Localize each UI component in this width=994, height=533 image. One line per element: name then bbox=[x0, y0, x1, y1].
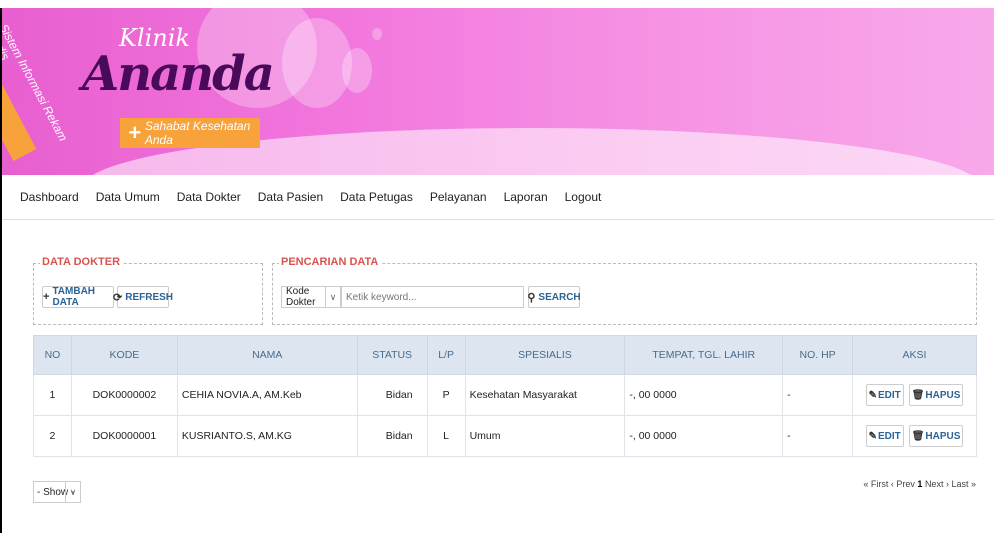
tambah-data-button[interactable]: + TAMBAH DATA bbox=[42, 286, 114, 308]
pager-first[interactable]: « First bbox=[863, 479, 888, 489]
search-field-select[interactable]: Kode Dokter ∨ bbox=[281, 286, 341, 308]
cell-nama: KUSRIANTO.S, AM.KG bbox=[176, 415, 358, 457]
chevron-down-icon: ∨ bbox=[65, 482, 80, 502]
main-nav: Dashboard Data Umum Data Dokter Data Pas… bbox=[2, 175, 994, 220]
cell-hp: - bbox=[782, 374, 854, 416]
cell-no: 2 bbox=[33, 415, 72, 457]
plus-icon: + bbox=[128, 120, 141, 145]
refresh-button[interactable]: ⟳ REFRESH bbox=[113, 286, 173, 308]
cell-aksi: ✎ EDIT 🗑 HAPUS bbox=[852, 374, 977, 416]
nav-data-umum[interactable]: Data Umum bbox=[96, 190, 160, 204]
col-header-nama[interactable]: NAMA bbox=[176, 335, 358, 375]
table-header-row: NO KODE NAMA STATUS L/P SPESIALIS TEMPAT… bbox=[33, 335, 977, 375]
col-header-no[interactable]: NO bbox=[33, 335, 72, 375]
cell-status: Bidan bbox=[356, 374, 428, 416]
table-row: 2 DOK0000001 KUSRIANTO.S, AM.KG Bidan L … bbox=[33, 415, 977, 457]
nav-dashboard[interactable]: Dashboard bbox=[20, 190, 79, 204]
tagline: + Sahabat Kesehatan Anda bbox=[120, 118, 260, 148]
pencil-icon: ✎ bbox=[868, 430, 877, 442]
edit-button[interactable]: ✎ EDIT bbox=[865, 425, 904, 447]
plus-icon: + bbox=[43, 291, 50, 303]
edit-label: EDIT bbox=[878, 430, 901, 442]
pager-last[interactable]: Last » bbox=[951, 479, 976, 489]
pagination: « First ‹ Prev 1 Next › Last » bbox=[863, 479, 976, 489]
show-select[interactable]: - Show - ∨ bbox=[33, 481, 81, 503]
cell-status: Bidan bbox=[356, 415, 428, 457]
edit-button[interactable]: ✎ EDIT bbox=[865, 384, 904, 406]
hapus-button[interactable]: 🗑 HAPUS bbox=[908, 425, 964, 447]
cell-kode: DOK0000001 bbox=[70, 415, 178, 457]
refresh-icon: ⟳ bbox=[113, 291, 123, 304]
data-dokter-panel: DATA DOKTER + TAMBAH DATA ⟳ REFRESH bbox=[33, 256, 263, 325]
cell-ttl: -, 00 0000 bbox=[624, 415, 784, 457]
tagline-text: Sahabat Kesehatan Anda bbox=[144, 119, 251, 147]
tambah-data-label: TAMBAH DATA bbox=[52, 286, 96, 308]
pencil-icon: ✎ bbox=[868, 389, 877, 401]
dokter-table: NO KODE NAMA STATUS L/P SPESIALIS TEMPAT… bbox=[33, 335, 977, 457]
trash-icon: 🗑 bbox=[911, 389, 925, 401]
cell-no: 1 bbox=[33, 374, 72, 416]
col-header-kode[interactable]: KODE bbox=[70, 335, 178, 375]
search-label: SEARCH bbox=[538, 291, 581, 303]
search-input[interactable] bbox=[341, 286, 524, 308]
nav-data-dokter[interactable]: Data Dokter bbox=[177, 190, 241, 204]
chevron-down-icon: ∨ bbox=[325, 287, 340, 307]
hapus-label: HAPUS bbox=[925, 389, 961, 401]
pager-prev[interactable]: ‹ Prev bbox=[891, 479, 915, 489]
hapus-label: HAPUS bbox=[925, 430, 961, 442]
nav-laporan[interactable]: Laporan bbox=[504, 190, 548, 204]
cell-spesialis: Umum bbox=[464, 415, 626, 457]
nav-data-petugas[interactable]: Data Petugas bbox=[340, 190, 413, 204]
nav-pelayanan[interactable]: Pelayanan bbox=[430, 190, 487, 204]
col-header-spesialis[interactable]: SPESIALIS bbox=[464, 335, 626, 375]
pager-current: 1 bbox=[917, 479, 923, 489]
cell-spesialis: Kesehatan Masyarakat bbox=[464, 374, 626, 416]
cell-ttl: -, 00 0000 bbox=[624, 374, 784, 416]
cell-hp: - bbox=[782, 415, 854, 457]
cell-kode: DOK0000002 bbox=[70, 374, 178, 416]
trash-icon: 🗑 bbox=[911, 430, 925, 442]
hapus-button[interactable]: 🗑 HAPUS bbox=[908, 384, 964, 406]
nav-logout[interactable]: Logout bbox=[565, 190, 602, 204]
refresh-label: REFRESH bbox=[125, 291, 174, 303]
cell-nama: CEHIA NOVIA.A, AM.Keb bbox=[176, 374, 358, 416]
search-icon: ⚲ bbox=[527, 291, 536, 304]
col-header-aksi: AKSI bbox=[852, 335, 977, 375]
col-header-hp[interactable]: NO. HP bbox=[782, 335, 854, 375]
cell-lp: P bbox=[426, 374, 466, 416]
col-header-ttl[interactable]: TEMPAT, TGL. LAHIR bbox=[624, 335, 784, 375]
search-button[interactable]: ⚲ SEARCH bbox=[527, 286, 581, 308]
cell-lp: L bbox=[426, 415, 466, 457]
pager-next[interactable]: Next › bbox=[925, 479, 949, 489]
table-row: 1 DOK0000002 CEHIA NOVIA.A, AM.Keb Bidan… bbox=[33, 374, 977, 416]
header-banner: Sistem Informasi Rekam Medis Klinik Anan… bbox=[2, 8, 994, 175]
nav-data-pasien[interactable]: Data Pasien bbox=[258, 190, 323, 204]
col-header-lp[interactable]: L/P bbox=[426, 335, 466, 375]
cell-aksi: ✎ EDIT 🗑 HAPUS bbox=[852, 415, 977, 457]
col-header-status[interactable]: STATUS bbox=[356, 335, 428, 375]
pencarian-data-legend: PENCARIAN DATA bbox=[279, 256, 381, 268]
pencarian-data-panel: PENCARIAN DATA Kode Dokter ∨ ⚲SEARCH bbox=[272, 256, 977, 325]
data-dokter-legend: DATA DOKTER bbox=[40, 256, 123, 268]
logo-ananda: Ananda bbox=[82, 46, 275, 102]
edit-label: EDIT bbox=[878, 389, 901, 401]
